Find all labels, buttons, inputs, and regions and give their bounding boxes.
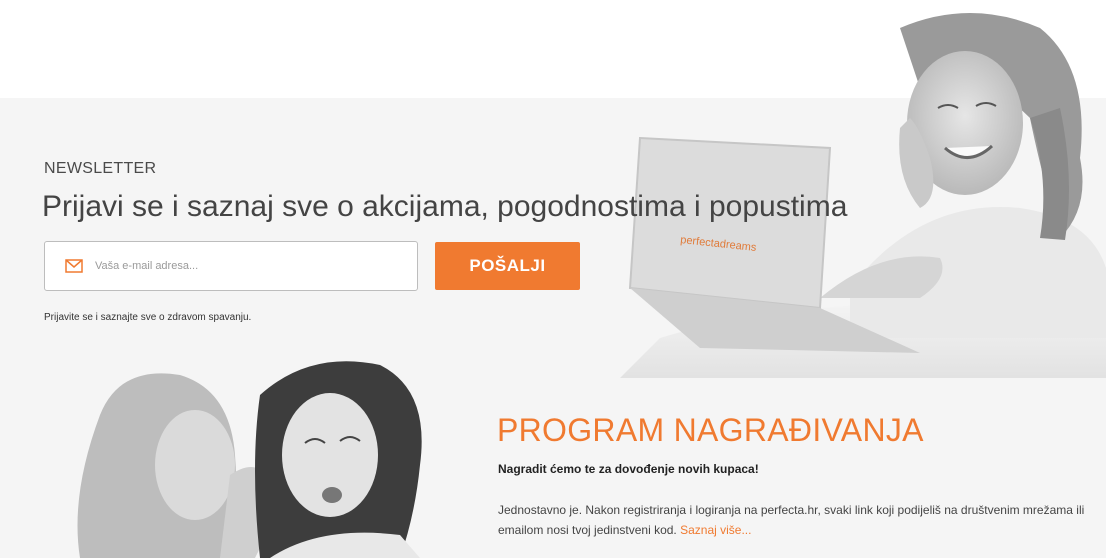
newsletter-headline: Prijavi se i saznaj sve o akcijama, pogo… [42,190,848,223]
rewards-subtitle: Nagradit ćemo te za dovođenje novih kupa… [498,462,759,476]
whispering-women-photo [77,361,422,558]
send-button[interactable]: POŠALJI [435,242,580,290]
rewards-body: Jednostavno je. Nakon registriranja i lo… [498,500,1098,540]
rewards-title: PROGRAM NAGRAĐIVANJA [497,412,924,448]
newsletter-note: Prijavite se i saznajte sve o zdravom sp… [44,312,252,323]
newsletter-kicker: NEWSLETTER [44,160,157,177]
rewards-body-text: Jednostavno je. Nakon registriranja i lo… [498,503,1085,537]
envelope-icon [65,259,83,273]
email-input[interactable] [95,260,395,272]
email-field[interactable] [44,241,418,291]
learn-more-link[interactable]: Saznaj više... [680,523,751,537]
